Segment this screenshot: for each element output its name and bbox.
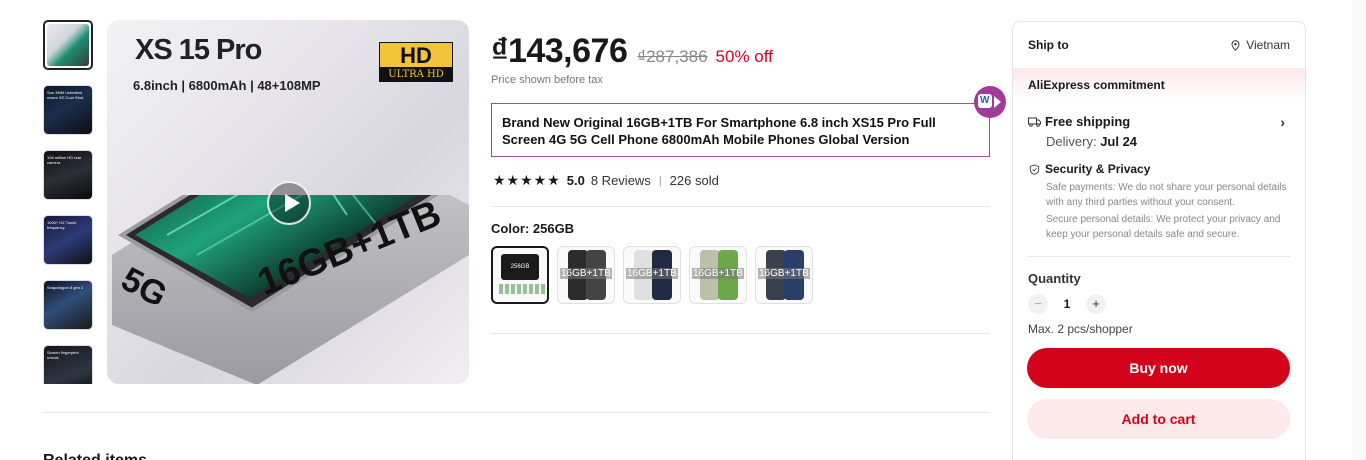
thumbnail-image <box>47 24 89 66</box>
thumbnail-4[interactable]: 1000+ HZ Touch frequency <box>43 215 93 265</box>
sd-card-image: 256GB <box>501 254 539 280</box>
max-quantity-note: Max. 2 pcs/shopper <box>1028 322 1133 336</box>
discount-label: 50% off <box>715 47 773 66</box>
scrollbar[interactable] <box>1352 0 1366 460</box>
shield-icon <box>1029 163 1040 175</box>
truck-icon <box>1028 117 1041 127</box>
country-selector[interactable]: Vietnam <box>1231 38 1290 52</box>
divider <box>1028 256 1290 257</box>
thumbnail-caption: 1000+ HZ Touch frequency <box>47 220 77 230</box>
hd-badge-top: HD <box>379 42 453 68</box>
chevron-right-icon[interactable]: › <box>1280 114 1285 130</box>
security-title: Security & Privacy <box>1045 162 1151 176</box>
rating-score: 5.0 <box>566 173 585 188</box>
swatch-label: 16GB+1TB <box>560 268 612 279</box>
color-option-256gb[interactable]: 256GB <box>491 246 549 304</box>
quantity-label: Quantity <box>1028 271 1081 286</box>
thumbnail-6[interactable]: Screen fingerprint unlock <box>43 345 93 384</box>
rating-separator: | <box>658 174 662 187</box>
thumbnail-strip: Sun 3MM Unlimited macro 5G Cool Shot 108… <box>43 20 95 384</box>
free-shipping-label: Free shipping <box>1045 114 1131 129</box>
hd-badge: HD ULTRA HD <box>379 42 453 82</box>
quantity-minus-button[interactable]: − <box>1028 294 1048 314</box>
delivery-date: Jul 24 <box>1100 134 1138 149</box>
color-option-white[interactable]: 16GB+1TB <box>623 246 681 304</box>
security-text-payments: Safe payments: We do not share your pers… <box>1046 182 1287 208</box>
extension-arrow-icon[interactable]: W <box>974 86 1006 118</box>
commitment-header: AliExpress commitment <box>1013 68 1305 102</box>
ship-to-label: Ship to <box>1028 38 1069 52</box>
free-shipping-section[interactable]: Free shipping › Delivery: Jul 24 <box>1013 114 1305 149</box>
add-to-cart-button[interactable]: Add to cart <box>1027 399 1290 439</box>
thumbnail-3[interactable]: 108 million HD rear camera <box>43 150 93 200</box>
current-price: ₫143,676 <box>491 32 628 70</box>
color-option-green[interactable]: 16GB+1TB <box>689 246 747 304</box>
image-model-title: XS 15 Pro <box>135 34 262 66</box>
swatch-label: 16GB+1TB <box>692 268 744 279</box>
tax-note: Price shown before tax <box>491 74 603 86</box>
price-row: ₫143,676 ₫287,386 50% off <box>491 32 773 71</box>
thumbnail-caption: Sun 3MM Unlimited macro 5G Cool Shot <box>47 90 84 100</box>
swatch-label: 16GB+1TB <box>626 268 678 279</box>
security-section: Security & Privacy Safe payments: We do … <box>1013 162 1305 242</box>
star-rating-icon: ★★★★★ <box>493 172 561 188</box>
extension-logo: W <box>980 95 990 106</box>
color-options: 256GB 16GB+1TB 16GB+1TB 16GB+1TB 16GB+1T… <box>491 246 821 304</box>
quantity-plus-button[interactable]: + <box>1086 294 1106 314</box>
video-play-button[interactable] <box>267 181 311 225</box>
color-label: Color: 256GB <box>491 221 575 236</box>
thumbnail-caption: Screen fingerprint unlock <box>47 350 79 360</box>
thumbnail-caption: Snapdragon 8 gen 2 <box>47 285 84 290</box>
thumbnail-caption: 108 million HD rear camera <box>47 155 82 165</box>
thumbnail-1[interactable] <box>43 20 93 70</box>
main-product-image[interactable]: XS 15 Pro 6.8inch | 6800mAh | 48+108MP H… <box>107 20 469 384</box>
country-name: Vietnam <box>1246 38 1290 52</box>
original-price: ₫287,386 <box>637 47 708 66</box>
quantity-value[interactable]: 1 <box>1048 297 1086 311</box>
swatch-decoration <box>499 284 545 294</box>
location-pin-icon <box>1231 39 1240 51</box>
thumbnail-5[interactable]: Snapdragon 8 gen 2 <box>43 280 93 330</box>
image-specs: 6.8inch | 6800mAh | 48+108MP <box>133 78 321 93</box>
delivery-info: Delivery: Jul 24 <box>1046 134 1290 149</box>
quantity-stepper: − 1 + <box>1013 294 1305 314</box>
security-text-details: Secure personal details: We protect your… <box>1046 214 1281 240</box>
buy-now-button[interactable]: Buy now <box>1027 348 1290 388</box>
divider <box>43 412 990 413</box>
color-option-blue[interactable]: 16GB+1TB <box>755 246 813 304</box>
rating-row: ★★★★★ 5.0 8 Reviews | 226 sold <box>493 172 719 189</box>
section-heading: Related items <box>43 452 147 460</box>
product-title: Brand New Original 16GB+1TB For Smartpho… <box>491 103 990 157</box>
reviews-link[interactable]: 8 Reviews <box>591 173 651 188</box>
purchase-panel: Ship to Vietnam AliExpress commitment Fr… <box>1012 21 1306 460</box>
swatch-label: 16GB+1TB <box>758 268 810 279</box>
thumbnail-2[interactable]: Sun 3MM Unlimited macro 5G Cool Shot <box>43 85 93 135</box>
color-option-black[interactable]: 16GB+1TB <box>557 246 615 304</box>
ship-to-row[interactable]: Ship to Vietnam <box>1013 22 1305 68</box>
divider <box>491 333 990 334</box>
sold-count: 226 sold <box>669 173 719 188</box>
divider <box>491 206 990 207</box>
delivery-prefix: Delivery: <box>1046 134 1101 149</box>
hd-badge-bottom: ULTRA HD <box>379 68 453 82</box>
